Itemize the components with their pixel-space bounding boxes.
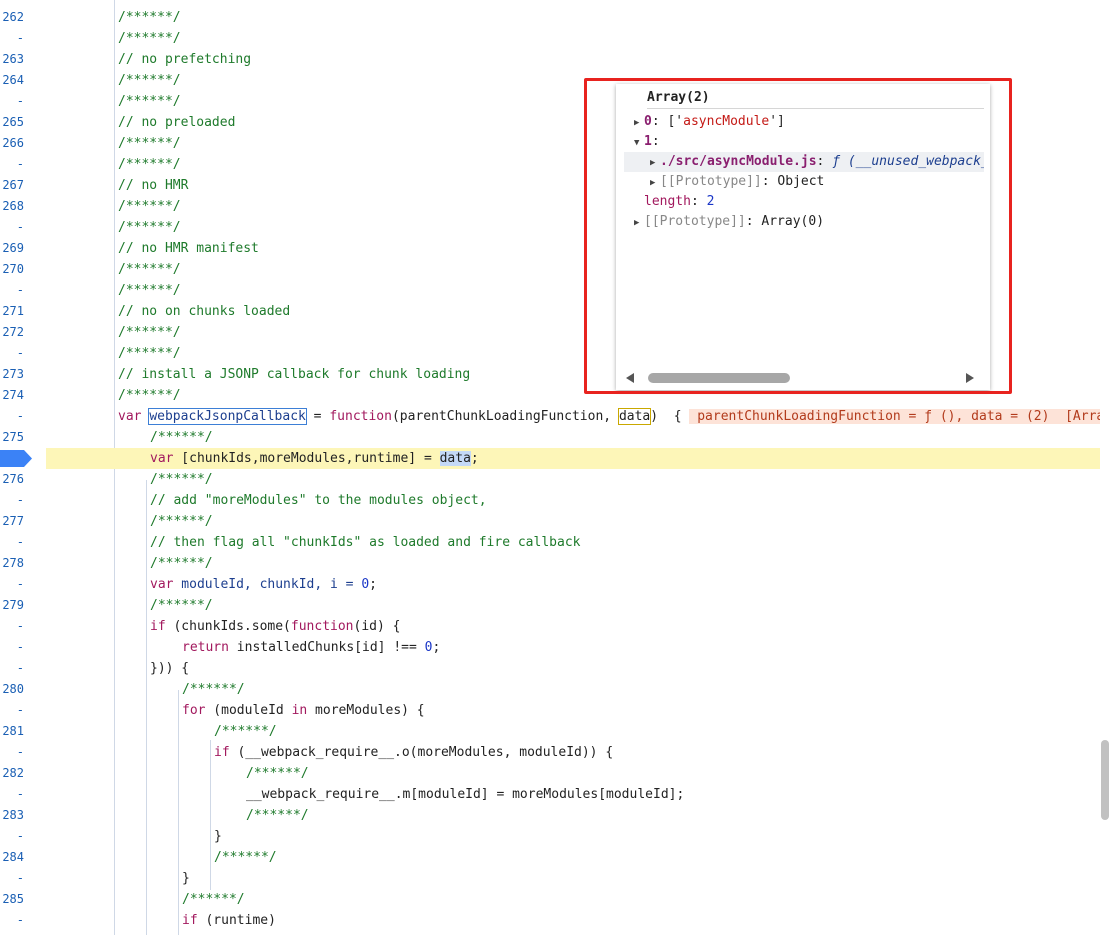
line-number[interactable]: 276 [0, 469, 24, 490]
line-number[interactable]: - [0, 343, 24, 364]
code-line-webpack-jsonp-callback: var webpackJsonpCallback = function(pare… [118, 406, 1100, 427]
line-number[interactable]: 285 [0, 889, 24, 910]
line-number[interactable]: - [0, 700, 24, 721]
line-number[interactable]: 283 [0, 805, 24, 826]
code-line: } [214, 829, 222, 844]
line-number[interactable]: 265 [0, 112, 24, 133]
code-line: /******/ [246, 766, 309, 781]
inline-variable-values[interactable]: parentChunkLoadingFunction = ƒ (), data … [689, 409, 1100, 424]
line-number[interactable]: 262 [0, 7, 24, 28]
line-number[interactable]: - [0, 406, 24, 427]
code-line: /******/ [182, 892, 245, 907]
line-number[interactable]: - [0, 490, 24, 511]
code-line: /******/ [150, 430, 213, 445]
line-number[interactable]: 269 [0, 238, 24, 259]
line-number[interactable]: 263 [0, 49, 24, 70]
line-number[interactable]: - [0, 868, 24, 889]
code-line: /******/ [118, 31, 181, 46]
line-number[interactable]: - [0, 784, 24, 805]
line-number[interactable]: 270 [0, 259, 24, 280]
line-number[interactable]: 279 [0, 595, 24, 616]
line-number[interactable]: 284 [0, 847, 24, 868]
code-line: } [182, 871, 190, 886]
line-number[interactable]: 281 [0, 721, 24, 742]
line-number[interactable]: - [0, 28, 24, 49]
code-line: var moduleId, chunkId, i = 0; [150, 577, 377, 592]
code-line: return installedChunks[id] !== 0; [182, 640, 441, 655]
line-number[interactable]: 264 [0, 70, 24, 91]
line-number[interactable]: 275 [0, 427, 24, 448]
code-line: // then flag all "chunkIds" as loaded an… [150, 535, 581, 550]
code-line: // no prefetching [118, 52, 252, 67]
line-number[interactable]: - [0, 154, 24, 175]
execution-pointer-icon[interactable] [0, 448, 33, 469]
line-number[interactable]: - [0, 637, 24, 658]
code-line: if (__webpack_require__.o(moreModules, m… [214, 745, 614, 760]
code-line: if (chunkIds.some(function(id) { [150, 619, 401, 634]
line-number[interactable]: 278 [0, 553, 24, 574]
line-number[interactable]: 274 [0, 385, 24, 406]
code-line: })) { [150, 661, 190, 676]
line-number[interactable]: 272 [0, 322, 24, 343]
line-number[interactable]: - [0, 574, 24, 595]
selected-data-token[interactable]: data [439, 451, 471, 466]
code-line: for (moduleId in moreModules) { [182, 703, 425, 718]
highlight-annotation-frame [584, 78, 1012, 394]
line-number[interactable]: 267 [0, 175, 24, 196]
line-number[interactable]: - [0, 280, 24, 301]
line-number[interactable]: - [0, 910, 24, 931]
code-line: /******/ [182, 682, 245, 697]
code-line: /******/ [246, 808, 309, 823]
line-number[interactable]: - [0, 532, 24, 553]
line-number[interactable]: 271 [0, 301, 24, 322]
line-number[interactable]: - [0, 742, 24, 763]
line-number[interactable]: 277 [0, 511, 24, 532]
code-line: /******/ [150, 556, 213, 571]
code-line: // add "moreModules" to the modules obje… [150, 493, 487, 508]
line-number[interactable]: - [0, 658, 24, 679]
code-line: /******/ [118, 10, 181, 25]
indent-guide [146, 480, 147, 935]
paused-code-line: var [chunkIds,moreModules,runtime] = dat… [46, 448, 1100, 469]
code-line: /******/ [150, 598, 213, 613]
data-param-token[interactable]: data [617, 408, 652, 425]
code-line: /******/ [214, 850, 277, 865]
code-line: /******/ [150, 472, 213, 487]
line-number[interactable]: 282 [0, 763, 24, 784]
code-line: if (runtime) [182, 913, 276, 928]
indent-guide [178, 690, 179, 935]
line-number[interactable]: - [0, 616, 24, 637]
line-number[interactable]: 280 [0, 679, 24, 700]
code-line: /******/ [150, 514, 213, 529]
vertical-scrollbar-thumb[interactable] [1101, 740, 1109, 820]
line-number[interactable]: - [0, 826, 24, 847]
line-number[interactable]: 266 [0, 133, 24, 154]
function-name-token[interactable]: webpackJsonpCallback [148, 408, 307, 425]
line-number[interactable]: 273 [0, 364, 24, 385]
line-number[interactable]: - [0, 217, 24, 238]
line-number[interactable]: 268 [0, 196, 24, 217]
line-number[interactable]: - [0, 91, 24, 112]
code-line: /******/ [214, 724, 277, 739]
code-line: __webpack_require__.m[moduleId] = moreMo… [246, 787, 685, 802]
